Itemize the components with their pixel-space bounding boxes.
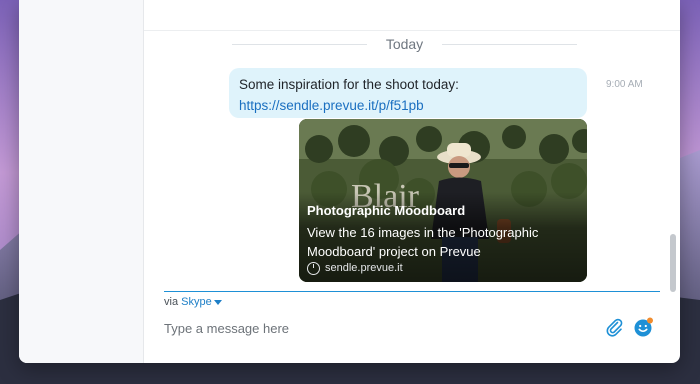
- message-link[interactable]: https://sendle.prevue.it/p/f51pb: [239, 98, 424, 113]
- message-text: Some inspiration for the shoot today:: [239, 77, 459, 92]
- globe-icon: [307, 261, 320, 275]
- link-preview-card[interactable]: Blair Photographic Moodboard View the 16…: [299, 119, 587, 282]
- composer-divider: [164, 291, 660, 292]
- via-service-selector[interactable]: via Skype: [164, 296, 222, 308]
- message-timestamp: 9:00 AM: [606, 79, 643, 90]
- separator-line-right: [442, 44, 577, 45]
- link-preview-title: Photographic Moodboard: [307, 203, 466, 218]
- separator-line-left: [232, 44, 367, 45]
- paperclip-icon[interactable]: [603, 316, 625, 338]
- emoji-icon[interactable]: [633, 316, 655, 338]
- conversation-header: [144, 0, 680, 31]
- scrollbar[interactable]: [670, 234, 676, 292]
- link-preview-source: sendle.prevue.it: [307, 261, 403, 275]
- message-bubble[interactable]: Some inspiration for the shoot today: ht…: [229, 68, 587, 118]
- skype-window: Today Some inspiration for the shoot tod…: [19, 0, 680, 363]
- link-preview-description: View the 16 images in the 'Photographic …: [307, 225, 539, 259]
- via-label: via: [164, 296, 179, 308]
- message-input[interactable]: [164, 318, 584, 338]
- chevron-down-icon[interactable]: [213, 299, 222, 305]
- service-name[interactable]: Skype: [181, 296, 212, 308]
- conversation-panel: Today Some inspiration for the shoot tod…: [144, 31, 680, 363]
- day-separator-label: Today: [385, 36, 424, 52]
- link-preview-source-text: sendle.prevue.it: [325, 262, 403, 274]
- sidebar: [19, 0, 144, 363]
- day-separator: Today: [144, 36, 680, 52]
